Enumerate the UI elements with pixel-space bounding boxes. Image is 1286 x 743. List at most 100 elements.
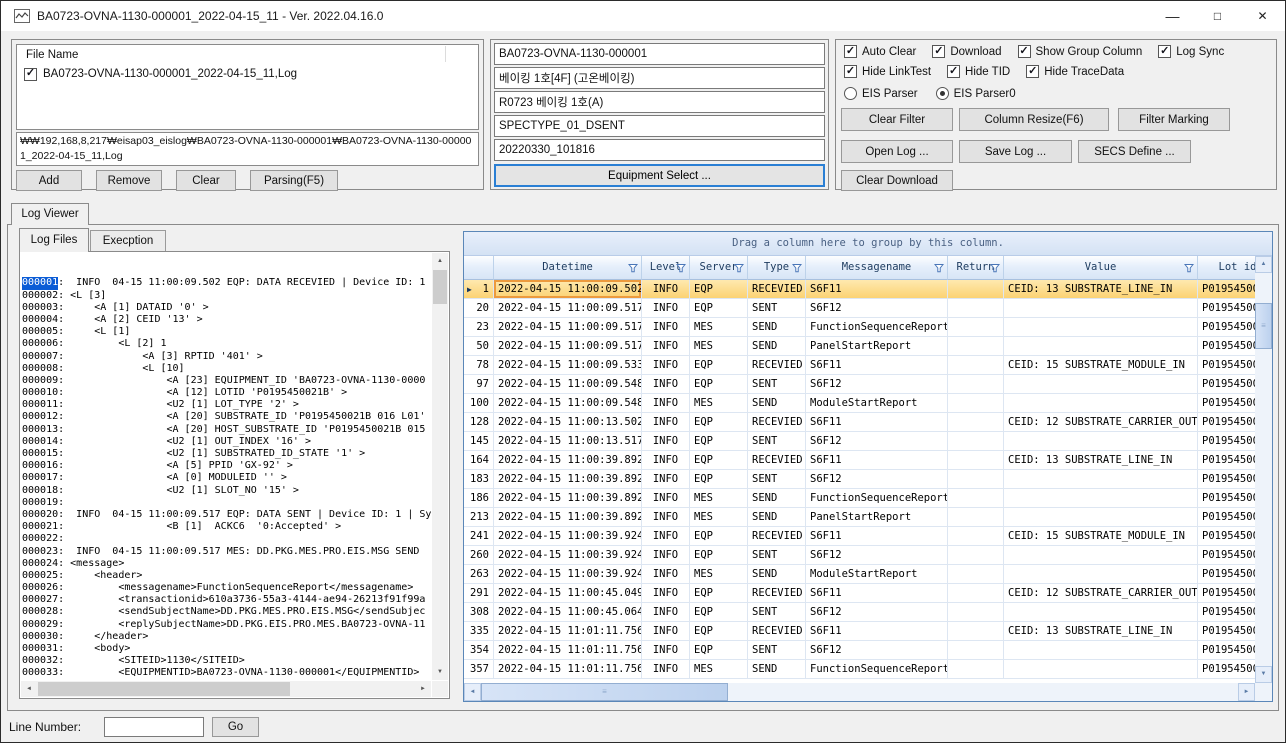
cell-server[interactable]: EQP xyxy=(690,527,748,546)
cell-level[interactable]: INFO xyxy=(642,603,690,622)
cell-level[interactable]: INFO xyxy=(642,489,690,508)
grid-group-band[interactable]: Drag a column here to group by this colu… xyxy=(464,232,1272,256)
cell-datetime[interactable]: 2022-04-15 11:00:09.533 xyxy=(494,356,642,375)
cell-return[interactable] xyxy=(948,451,1004,470)
scroll-right-icon[interactable]: ► xyxy=(1238,683,1255,701)
cell-server[interactable]: EQP xyxy=(690,641,748,660)
cell-value[interactable] xyxy=(1004,660,1198,679)
row-indicator-cell[interactable]: ▶354 xyxy=(464,641,494,660)
cell-return[interactable] xyxy=(948,527,1004,546)
log-line[interactable]: 000030: </header> xyxy=(22,631,431,643)
scroll-up-icon[interactable]: ▲ xyxy=(432,253,448,269)
cell-level[interactable]: INFO xyxy=(642,546,690,565)
cell-datetime[interactable]: 2022-04-15 11:00:45.064 xyxy=(494,603,642,622)
cell-level[interactable]: INFO xyxy=(642,622,690,641)
cell-lot-id[interactable]: P0195450021B xyxy=(1198,546,1255,565)
cell-value[interactable]: CEID: 12 SUBSTRATE_CARRIER_OUT xyxy=(1004,584,1198,603)
cell-server[interactable]: MES xyxy=(690,660,748,679)
cell-lot-id[interactable]: P0195450021B xyxy=(1198,432,1255,451)
grid-horizontal-scrollbar[interactable]: ◄ ≡ ► xyxy=(464,683,1255,701)
cell-messagename[interactable]: ModuleStartReport xyxy=(806,394,948,413)
grid-row[interactable]: ▶186 2022-04-15 11:00:39.892 INFO MES SE… xyxy=(464,489,1255,508)
cell-level[interactable]: INFO xyxy=(642,451,690,470)
row-indicator-cell[interactable]: ▶1 xyxy=(464,280,494,299)
cell-lot-id[interactable]: P0195450021B xyxy=(1198,622,1255,641)
cell-messagename[interactable]: S6F11 xyxy=(806,413,948,432)
scroll-up-icon[interactable]: ▲ xyxy=(1255,256,1272,273)
cell-value[interactable]: CEID: 13 SUBSTRATE_LINE_IN xyxy=(1004,451,1198,470)
grid-row[interactable]: ▶164 2022-04-15 11:00:39.892 INFO EQP RE… xyxy=(464,451,1255,470)
option-button[interactable]: Filter Marking xyxy=(1118,108,1230,131)
cell-datetime[interactable]: 2022-04-15 11:01:11.756 xyxy=(494,641,642,660)
cell-level[interactable]: INFO xyxy=(642,356,690,375)
cell-lot-id[interactable]: P0195450021B xyxy=(1198,451,1255,470)
cell-type[interactable]: SENT xyxy=(748,432,806,451)
row-indicator-cell[interactable]: ▶263 xyxy=(464,565,494,584)
cell-value[interactable] xyxy=(1004,299,1198,318)
scroll-down-icon[interactable]: ▼ xyxy=(1255,666,1272,683)
cell-type[interactable]: RECEVIED xyxy=(748,356,806,375)
cell-type[interactable]: RECEVIED xyxy=(748,280,806,299)
cell-server[interactable]: EQP xyxy=(690,356,748,375)
log-line[interactable]: 000013: <A [20] HOST_SUBSTRATE_ID 'P0195… xyxy=(22,424,431,436)
close-button[interactable]: ✕ xyxy=(1240,1,1285,31)
cell-lot-id[interactable]: P0195450021B xyxy=(1198,337,1255,356)
cell-server[interactable]: MES xyxy=(690,337,748,356)
cell-datetime[interactable]: 2022-04-15 11:00:09.517 xyxy=(494,337,642,356)
cell-server[interactable]: MES xyxy=(690,508,748,527)
grid-row[interactable]: ▶263 2022-04-15 11:00:39.924 INFO MES SE… xyxy=(464,565,1255,584)
scroll-left-icon[interactable]: ◄ xyxy=(464,683,481,701)
row-indicator-cell[interactable]: ▶183 xyxy=(464,470,494,489)
log-line[interactable]: 000014: <U2 [1] OUT_INDEX '16' > xyxy=(22,436,431,448)
cell-lot-id[interactable]: P0195450021B xyxy=(1198,299,1255,318)
log-line[interactable]: 000001: INFO 04-15 11:00:09.502 EQP: DAT… xyxy=(22,277,431,289)
cell-messagename[interactable]: PanelStartReport xyxy=(806,508,948,527)
scroll-down-icon[interactable]: ▼ xyxy=(432,664,448,680)
cell-datetime[interactable]: 2022-04-15 11:01:11.756 xyxy=(494,622,642,641)
row-indicator-cell[interactable]: ▶260 xyxy=(464,546,494,565)
log-vertical-scrollbar[interactable]: ▲ ▼ xyxy=(432,253,448,680)
log-horizontal-scrollbar[interactable]: ◄ ► xyxy=(21,681,431,697)
grid-column-header[interactable]: Return xyxy=(948,256,1004,280)
cell-return[interactable] xyxy=(948,641,1004,660)
cell-server[interactable]: EQP xyxy=(690,470,748,489)
log-line[interactable]: 000010: <A [12] LOTID 'P0195450021B' > xyxy=(22,387,431,399)
cell-datetime[interactable]: 2022-04-15 11:00:39.892 xyxy=(494,470,642,489)
cell-level[interactable]: INFO xyxy=(642,584,690,603)
cell-lot-id[interactable]: P0195450021B xyxy=(1198,641,1255,660)
cell-lot-id[interactable]: P0195450021B xyxy=(1198,318,1255,337)
cell-type[interactable]: SEND xyxy=(748,337,806,356)
cell-return[interactable] xyxy=(948,603,1004,622)
grid-row[interactable]: ▶20 2022-04-15 11:00:09.517 INFO EQP SEN… xyxy=(464,299,1255,318)
cell-return[interactable] xyxy=(948,470,1004,489)
log-line[interactable]: 000012: <A [20] SUBSTRATE_ID 'P019545002… xyxy=(22,411,431,423)
grid-row[interactable]: ▶1 2022-04-15 11:00:09.502 INFO EQP RECE… xyxy=(464,280,1255,299)
cell-level[interactable]: INFO xyxy=(642,318,690,337)
grid-vertical-scrollbar[interactable]: ▲ ≡ ▼ xyxy=(1255,256,1272,683)
cell-value[interactable] xyxy=(1004,470,1198,489)
cell-datetime[interactable]: 2022-04-15 11:00:09.517 xyxy=(494,318,642,337)
grid-row[interactable]: ▶97 2022-04-15 11:00:09.548 INFO EQP SEN… xyxy=(464,375,1255,394)
cell-lot-id[interactable]: P0195450021B xyxy=(1198,489,1255,508)
log-line[interactable]: 000005: <L [1] xyxy=(22,326,431,338)
equipment-select-button[interactable]: Equipment Select ... xyxy=(494,164,825,187)
row-indicator-cell[interactable]: ▶97 xyxy=(464,375,494,394)
cell-return[interactable] xyxy=(948,280,1004,299)
cell-datetime[interactable]: 2022-04-15 11:00:39.924 xyxy=(494,546,642,565)
cell-server[interactable]: MES xyxy=(690,394,748,413)
cell-server[interactable]: EQP xyxy=(690,413,748,432)
cell-server[interactable]: EQP xyxy=(690,375,748,394)
row-indicator-cell[interactable]: ▶291 xyxy=(464,584,494,603)
grid-row[interactable]: ▶308 2022-04-15 11:00:45.064 INFO EQP SE… xyxy=(464,603,1255,622)
grid-column-header[interactable]: Messagename xyxy=(806,256,948,280)
grid-row[interactable]: ▶335 2022-04-15 11:01:11.756 INFO EQP RE… xyxy=(464,622,1255,641)
option-button[interactable]: Clear Download xyxy=(841,170,953,191)
cell-value[interactable]: CEID: 12 SUBSTRATE_CARRIER_OUT xyxy=(1004,413,1198,432)
cell-value[interactable]: CEID: 13 SUBSTRATE_LINE_IN xyxy=(1004,622,1198,641)
cell-messagename[interactable]: S6F11 xyxy=(806,451,948,470)
cell-level[interactable]: INFO xyxy=(642,337,690,356)
cell-messagename[interactable]: FunctionSequenceReport xyxy=(806,660,948,679)
cell-value[interactable] xyxy=(1004,546,1198,565)
grid-row[interactable]: ▶183 2022-04-15 11:00:39.892 INFO EQP SE… xyxy=(464,470,1255,489)
cell-return[interactable] xyxy=(948,660,1004,679)
